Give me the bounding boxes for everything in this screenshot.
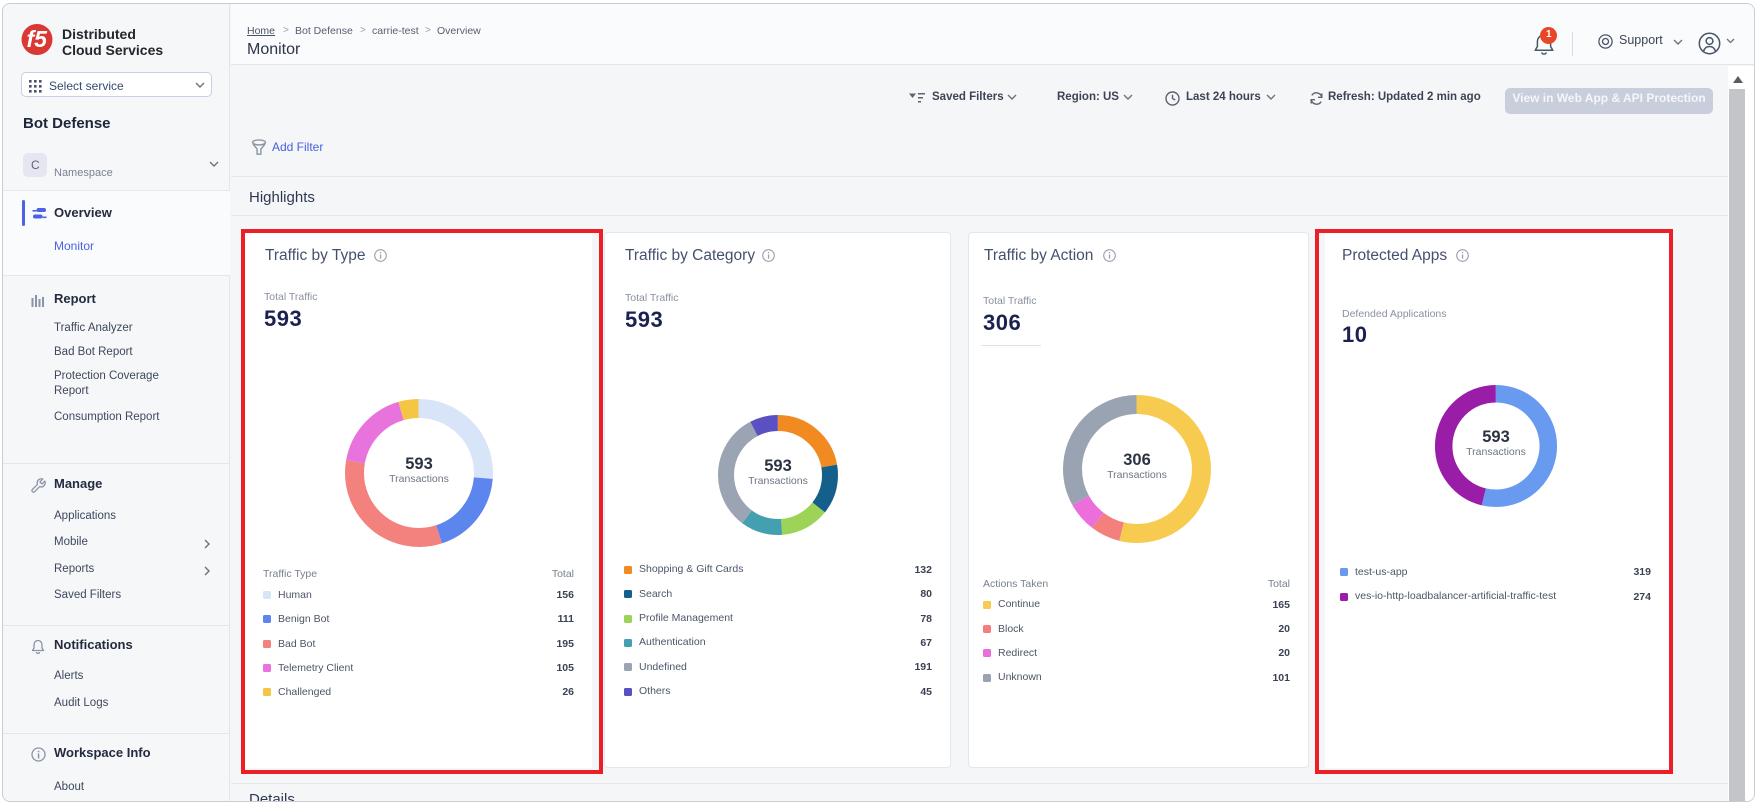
svg-text:f5: f5 bbox=[27, 26, 49, 52]
